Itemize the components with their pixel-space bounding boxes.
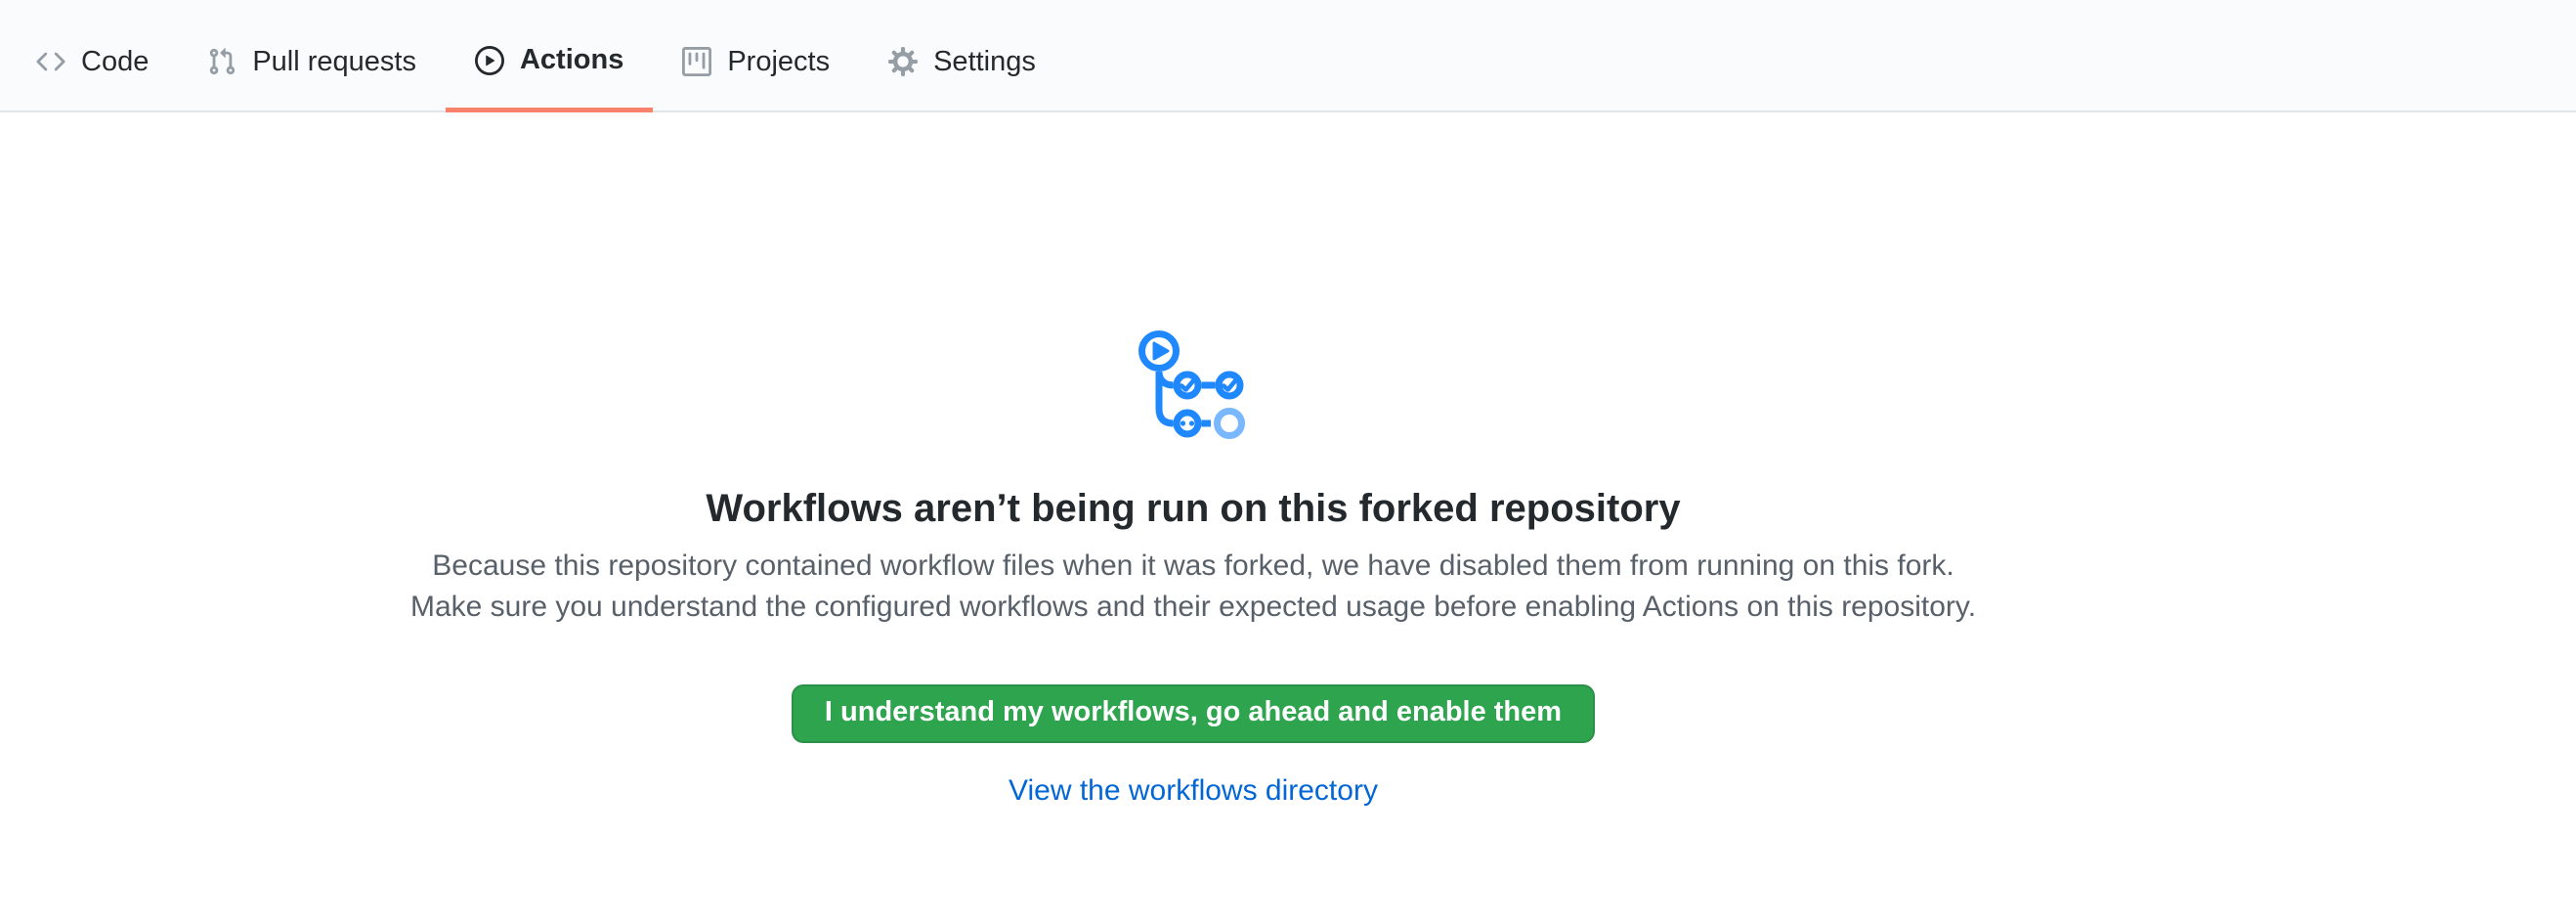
- tab-pull-requests[interactable]: Pull requests: [178, 13, 446, 110]
- code-icon: [36, 47, 65, 76]
- actions-play-icon: [475, 46, 504, 75]
- tab-projects[interactable]: Projects: [653, 13, 859, 110]
- blankslate-description: Because this repository contained workfl…: [402, 546, 1985, 628]
- enable-workflows-button[interactable]: I understand my workflows, go ahead and …: [792, 684, 1595, 743]
- actions-workflow-icon: [1138, 330, 1248, 440]
- settings-gear-icon: [888, 47, 918, 76]
- tab-projects-label: Projects: [727, 48, 830, 76]
- view-workflows-directory-link[interactable]: View the workflows directory: [1009, 774, 1378, 808]
- tab-code[interactable]: Code: [7, 13, 178, 110]
- projects-icon: [682, 47, 711, 76]
- tab-code-label: Code: [81, 48, 149, 76]
- tab-settings-label: Settings: [933, 48, 1036, 76]
- tab-pull-requests-label: Pull requests: [252, 48, 416, 76]
- main-content: Workflows aren’t being run on this forke…: [0, 112, 2481, 808]
- tab-actions-label: Actions: [520, 46, 623, 74]
- blankslate-title: Workflows aren’t being run on this forke…: [706, 484, 1680, 533]
- pull-request-icon: [207, 47, 236, 76]
- repo-nav: Code Pull requests Actions Projects: [0, 0, 2576, 112]
- tab-settings[interactable]: Settings: [859, 13, 1065, 110]
- tab-actions[interactable]: Actions: [446, 13, 653, 112]
